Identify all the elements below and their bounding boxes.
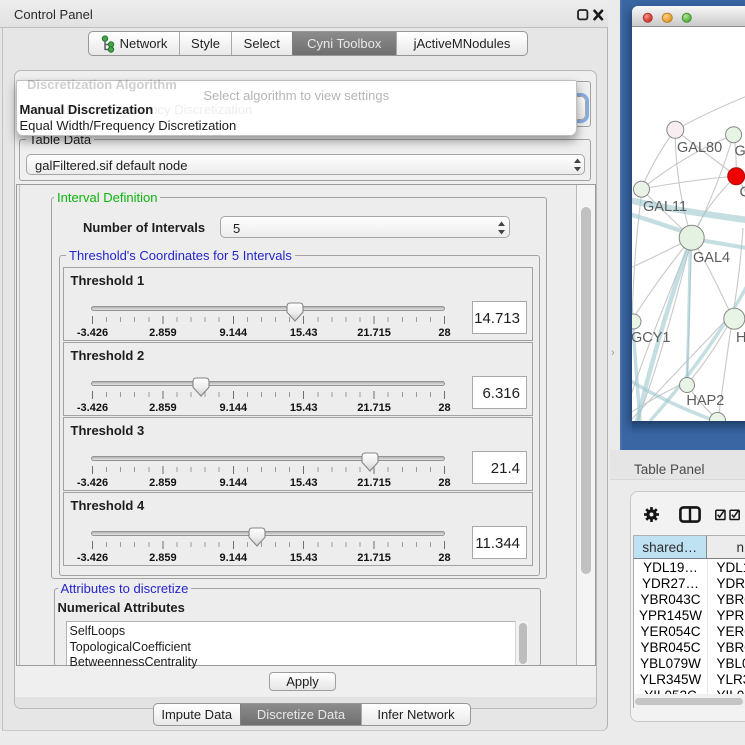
svg-text:GA: GA	[735, 144, 745, 160]
svg-text:GAL11: GAL11	[643, 199, 687, 215]
svg-text:C: C	[740, 185, 745, 201]
svg-text:HAP2: HAP2	[686, 393, 724, 409]
svg-text:GAL4: GAL4	[693, 250, 730, 266]
svg-text:GAL80: GAL80	[677, 140, 722, 156]
svg-text:HI: HI	[736, 330, 745, 346]
svg-text:GCY1: GCY1	[632, 330, 671, 346]
